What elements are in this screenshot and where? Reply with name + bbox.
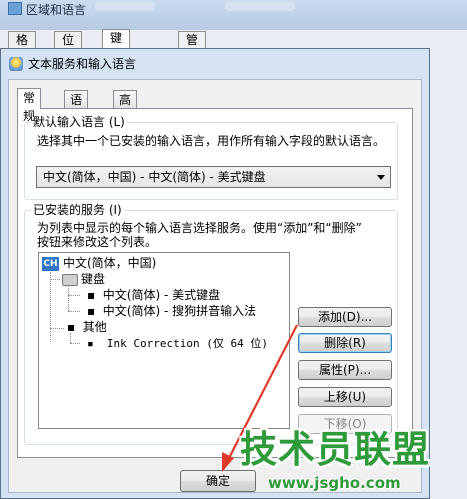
tree-connector [50,279,60,280]
tab-advanced-key-settings[interactable]: 高级键设置 [113,90,138,179]
blurred-tab-strip [95,2,155,11]
tree-connector [50,328,64,329]
tab-general[interactable]: 常规 [17,88,42,123]
tab-language-bar[interactable]: 语言栏 [64,90,89,143]
tree-language-node[interactable]: 中文(简体，中国) [63,255,156,271]
tab-location[interactable]: 位置 [54,31,83,64]
tree-connector [70,333,71,343]
installed-services-legend: 已安装的服务 (I) [31,203,124,217]
default-language-value: 中文(简体，中国) - 中文(简体) - 美式键盘 [43,170,266,184]
installed-services-tree[interactable]: CH 中文(简体，中国) 键盘 ▪ 中文(简体) - 美式键盘 ▪ 中文(简体)… [38,252,290,429]
language-ch-icon: CH [42,257,59,271]
installed-services-description-1: 为列表中显示的每个输入语言选择服务。使用“添加”和“删除” [37,221,362,235]
globe-icon [8,2,22,15]
tree-other-group[interactable]: ▪ 其他 [67,319,107,335]
tree-connector [50,272,51,342]
installed-services-description-2: 按钮来修改这个列表。 [37,235,158,249]
dialog-title: 文本服务和输入语言 [9,55,136,73]
tab-keyboards-languages[interactable]: 键盘和语言 [102,29,131,113]
tree-connector [68,311,80,312]
add-button[interactable]: 添加(D)... [298,307,392,327]
default-language-legend: 默认输入语言 (L) [31,115,127,129]
watermark: 技术员联盟 www.jsgho.com [238,428,464,498]
move-up-button[interactable]: 上移(U) [298,387,392,407]
default-language-select[interactable]: 中文(简体，中国) - 中文(简体) - 美式键盘 [36,166,391,188]
watermark-main-text: 技术员联盟 [240,428,430,471]
keyboard-icon [62,274,78,286]
tree-other-item[interactable]: ▪ Ink Correction (仅 64 位) [87,336,268,352]
watermark-url: www.jsgho.com [268,474,401,492]
text-services-icon [9,57,23,71]
tree-keyboard-group[interactable]: 键盘 [81,271,105,287]
tree-connector [68,295,80,296]
tree-connector [70,343,80,344]
properties-button[interactable]: 属性(P)... [298,360,392,380]
dropdown-arrow-icon [377,175,385,180]
default-language-description: 选择其中一个已安装的输入语言，用作所有输入字段的默认语言。 [37,134,386,148]
tree-connector [68,285,69,311]
tree-keyboard-item[interactable]: ▪ 中文(简体) - 美式键盘 [87,287,220,303]
tree-keyboard-item[interactable]: ▪ 中文(简体) - 搜狗拼音输入法 [87,303,256,319]
remove-button[interactable]: 删除(R) [298,333,392,353]
blurred-tab-strip [225,2,295,11]
tab-format[interactable]: 格式 [8,31,37,64]
region-language-title: 区域和语言 [8,1,86,18]
tab-administrative[interactable]: 管理 [178,31,207,64]
